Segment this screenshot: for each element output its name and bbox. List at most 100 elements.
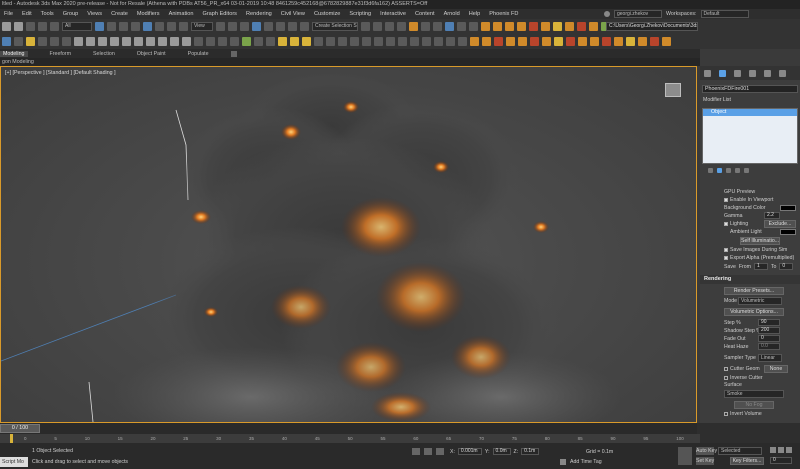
target-camera-icon[interactable] — [314, 37, 323, 46]
phoenix-foam-icon[interactable] — [565, 22, 574, 31]
menu-civil-view[interactable]: Civil View — [281, 11, 305, 17]
maxscript-listener[interactable]: Script Mo — [0, 457, 28, 467]
create-geometry-icon[interactable] — [2, 37, 11, 46]
self-illumination-button[interactable]: Self Illuminatio... — [740, 237, 780, 245]
export-alpha-checkbox[interactable]: Export Alpha (Premultiplied) — [724, 255, 794, 261]
phoenix-gasoline-icon[interactable] — [506, 37, 515, 46]
from-spinner[interactable]: 1 — [753, 263, 768, 270]
material-editor-icon[interactable] — [445, 22, 454, 31]
display-tab-icon[interactable] — [764, 69, 771, 77]
ambient-light-swatch[interactable] — [780, 229, 796, 235]
mirror-icon[interactable] — [361, 22, 370, 31]
mode-dropdown[interactable]: Volumetric — [738, 297, 782, 305]
omni-light-icon[interactable] — [278, 37, 287, 46]
tube-icon[interactable] — [182, 37, 191, 46]
cutter-pick-button[interactable]: None — [764, 365, 788, 373]
play-icon[interactable] — [786, 447, 792, 453]
phoenix-source-icon[interactable] — [529, 22, 538, 31]
taper-modifier-icon[interactable] — [350, 37, 359, 46]
create-light-icon[interactable] — [26, 37, 35, 46]
rendered-frame-window-icon[interactable] — [469, 22, 478, 31]
phoenix-smoke-icon[interactable] — [542, 37, 551, 46]
phoenix-torch-icon[interactable] — [614, 37, 623, 46]
unwrap-uvw-icon[interactable] — [434, 37, 443, 46]
free-camera-icon[interactable] — [326, 37, 335, 46]
turbosmooth-icon[interactable] — [410, 37, 419, 46]
edit-poly-icon[interactable] — [398, 37, 407, 46]
hierarchy-tab-icon[interactable] — [734, 69, 741, 77]
undo-icon[interactable] — [2, 22, 11, 31]
object-name-field[interactable]: PhoenixFDFire001 — [702, 85, 798, 93]
menu-views[interactable]: Views — [87, 11, 102, 17]
ribbon-options-icon[interactable] — [230, 50, 237, 57]
unlink-icon[interactable] — [38, 22, 47, 31]
curve-editor-icon[interactable] — [421, 22, 430, 31]
dummy-helper-icon[interactable] — [254, 37, 263, 46]
phoenix-nuke-icon[interactable] — [662, 37, 671, 46]
gamma-spinner[interactable]: 2.2 — [764, 212, 780, 219]
show-end-result-icon[interactable] — [717, 167, 722, 173]
direct-light-icon[interactable] — [302, 37, 311, 46]
selection-filter-dropdown[interactable]: All — [62, 22, 92, 31]
noise-modifier-icon[interactable] — [374, 37, 383, 46]
menu-arnold[interactable]: Arnold — [444, 11, 460, 17]
phoenix-dust-icon[interactable] — [590, 37, 599, 46]
auto-key-button[interactable]: Auto Key — [696, 447, 717, 455]
render-production-icon[interactable] — [481, 22, 490, 31]
phoenix-fire-smoke-icon[interactable] — [505, 22, 514, 31]
go-to-start-icon[interactable] — [770, 447, 776, 453]
key-filters-button[interactable]: Key Filters... — [730, 457, 764, 465]
bend-modifier-icon[interactable] — [338, 37, 347, 46]
menu-tools[interactable]: Tools — [41, 11, 54, 17]
rectangular-selection-icon[interactable] — [119, 22, 128, 31]
snaps-toggle-icon[interactable] — [252, 22, 261, 31]
ribbon-tab-freeform[interactable]: Freeform — [50, 51, 72, 57]
fade-out-spinner[interactable]: 0 — [758, 335, 780, 342]
select-move-icon[interactable] — [143, 22, 152, 31]
set-key-icon[interactable] — [678, 447, 692, 465]
current-frame-field[interactable]: 0 — [770, 457, 792, 464]
geosphere-icon[interactable] — [170, 37, 179, 46]
shell-modifier-icon[interactable] — [446, 37, 455, 46]
circle-shape-icon[interactable] — [218, 37, 227, 46]
select-manipulate-icon[interactable] — [228, 22, 237, 31]
utilities-tab-icon[interactable] — [779, 69, 786, 77]
particle-system-icon[interactable] — [242, 37, 251, 46]
time-slider[interactable]: 0 / 100 — [0, 423, 697, 434]
heat-haze-spinner[interactable]: 0.0 — [758, 343, 780, 350]
user-account-dropdown[interactable]: georgi.zhekov — [614, 10, 662, 18]
stack-item-object[interactable]: Object — [703, 109, 797, 116]
cylinder-icon[interactable] — [98, 37, 107, 46]
modify-tab-icon[interactable] — [719, 69, 726, 77]
previous-frame-icon[interactable] — [778, 447, 784, 453]
symmetry-modifier-icon[interactable] — [458, 37, 467, 46]
phoenix-blast-icon[interactable] — [650, 37, 659, 46]
pin-stack-icon[interactable] — [708, 167, 713, 173]
phoenix-ember-icon[interactable] — [638, 37, 647, 46]
create-tab-icon[interactable] — [704, 69, 711, 77]
select-object-icon[interactable] — [95, 22, 104, 31]
sphere-icon[interactable] — [74, 37, 83, 46]
phoenix-fireball-icon[interactable] — [602, 37, 611, 46]
menu-content[interactable]: Content — [415, 11, 435, 17]
rectangle-shape-icon[interactable] — [230, 37, 239, 46]
torus-icon[interactable] — [110, 37, 119, 46]
to-spinner[interactable]: 0 — [779, 263, 794, 270]
window-crossing-icon[interactable] — [131, 22, 140, 31]
menu-create[interactable]: Create — [111, 11, 128, 17]
phoenix-fire-source-icon[interactable] — [470, 37, 479, 46]
project-path-field[interactable]: C:\Users\Georgi.Zhekov\Documents\3ds Max… — [606, 22, 698, 31]
menu-interactive[interactable]: Interactive — [380, 11, 406, 17]
set-key-button[interactable]: Set Key — [696, 457, 714, 465]
spot-light-icon[interactable] — [290, 37, 299, 46]
scene-explorer-icon[interactable] — [385, 22, 394, 31]
render-presets-button[interactable]: Render Presets... — [724, 287, 784, 295]
named-selection-set-dropdown[interactable]: Create Selection Se — [312, 22, 358, 31]
isolate-selection-icon[interactable] — [412, 448, 420, 455]
menu-graph-editors[interactable]: Graph Editors — [202, 11, 237, 17]
arnold-render-icon[interactable] — [493, 22, 502, 31]
y-coordinate-field[interactable]: 0.0m — [492, 448, 511, 455]
phoenix-spark-icon[interactable] — [554, 37, 563, 46]
line-shape-icon[interactable] — [206, 37, 215, 46]
phoenix-liquid-icon[interactable] — [517, 22, 526, 31]
